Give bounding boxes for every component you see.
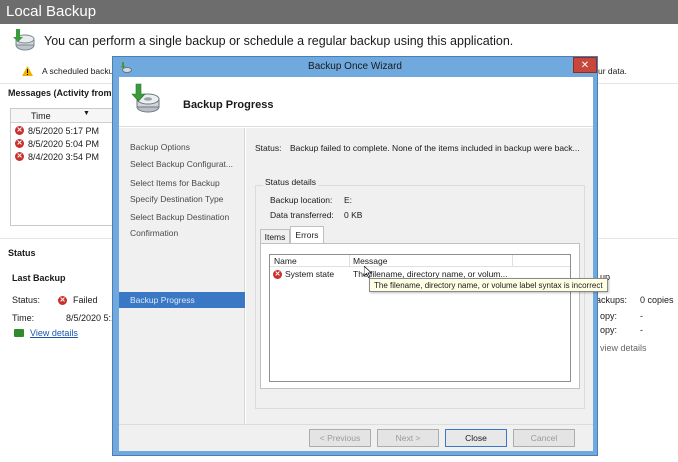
wizard-content: Status: Backup failed to complete. None … <box>246 128 593 424</box>
error-icon: ✕ <box>15 152 24 161</box>
copy-value: - <box>640 325 643 335</box>
app-title-bar: Local Backup <box>0 0 678 24</box>
errors-table-header: Name Message <box>270 255 570 267</box>
time-value: 8/5/2020 5:1 <box>66 313 117 323</box>
nav-step-select-backup-configuration[interactable]: Select Backup Configurat... <box>130 159 233 169</box>
app-header: You can perform a single backup or sched… <box>0 24 678 60</box>
error-message-tooltip: The filename, directory name, or volume … <box>369 278 608 292</box>
time-column-label: Time <box>31 111 51 121</box>
mouse-cursor-icon <box>364 266 372 278</box>
time-label: Time: <box>12 313 35 323</box>
messages-list[interactable]: Time ▼ ✕ 8/5/2020 5:17 PM ✕ 8/5/2020 5:0… <box>10 108 114 226</box>
app-title: Local Backup <box>6 3 97 20</box>
tab-items[interactable]: Items <box>260 229 290 243</box>
list-item[interactable]: ✕ 8/5/2020 5:17 PM <box>11 123 113 136</box>
sort-down-icon: ▼ <box>83 110 90 117</box>
error-item-name: System state <box>285 269 335 279</box>
message-time: 8/4/2020 3:54 PM <box>28 151 100 162</box>
error-icon: ✕ <box>273 269 282 279</box>
error-name-cell: ✕ System state <box>273 269 334 279</box>
messages-title: Messages (Activity from la <box>8 88 122 98</box>
backups-label: ackups: <box>596 295 628 305</box>
backup-location-value: E: <box>344 195 353 205</box>
wizard-header: Backup Progress <box>119 77 593 127</box>
view-details-label: View details <box>30 328 78 338</box>
copy-label: opy: <box>600 325 618 335</box>
tab-errors[interactable]: Errors <box>290 226 324 243</box>
errors-table[interactable]: Name Message ✕ System state The filename… <box>269 254 571 382</box>
backup-once-wizard-dialog: Backup Once Wizard ✕ Backup Progress Bac… <box>112 56 598 456</box>
status-section-title: Status <box>8 248 36 258</box>
copy-value: - <box>640 311 643 321</box>
error-icon: ✕ <box>15 126 24 135</box>
warning-icon <box>22 66 33 76</box>
backups-value: 0 copies <box>640 295 674 305</box>
nav-step-backup-destination[interactable]: Select Backup Destination <box>130 212 229 222</box>
column-header-message[interactable]: Message <box>353 256 388 266</box>
status-value: Failed <box>73 295 98 305</box>
nav-step-backup-progress[interactable]: Backup Progress <box>119 292 245 308</box>
dialog-title-bar[interactable]: Backup Once Wizard ✕ <box>113 57 597 77</box>
dialog-body: Backup Progress Backup Options Select Ba… <box>119 77 593 451</box>
header-description: You can perform a single backup or sched… <box>44 34 514 48</box>
column-header-name[interactable]: Name <box>274 256 297 266</box>
view-details-link[interactable]: View details <box>14 328 78 338</box>
details-icon <box>14 329 24 337</box>
data-transferred-value: 0 KB <box>344 210 363 220</box>
status-label: Status: <box>12 295 41 305</box>
wizard-steps-nav: Backup Options Select Backup Configurat.… <box>119 128 245 424</box>
nav-step-backup-options[interactable]: Backup Options <box>130 142 190 152</box>
column-divider[interactable] <box>512 255 513 267</box>
next-button[interactable]: Next > <box>377 429 439 447</box>
message-time: 8/5/2020 5:17 PM <box>28 125 100 136</box>
backup-app-icon <box>13 29 35 51</box>
status-message: Backup failed to complete. None of the i… <box>290 143 580 153</box>
close-button[interactable]: Close <box>445 429 507 447</box>
backup-drive-icon <box>131 83 160 113</box>
warning-text: A scheduled backu <box>42 66 114 76</box>
error-icon: ✕ <box>58 295 68 305</box>
errors-tab-panel: Name Message ✕ System state The filename… <box>260 243 580 389</box>
view-details-link-right[interactable]: view details <box>600 343 647 353</box>
list-item[interactable]: ✕ 8/5/2020 5:04 PM <box>11 136 113 149</box>
wizard-footer: < Previous Next > Close Cancel <box>119 424 593 451</box>
previous-button[interactable]: < Previous <box>309 429 371 447</box>
messages-column-header[interactable]: Time ▼ <box>11 109 113 123</box>
error-icon: ✕ <box>15 139 24 148</box>
list-item[interactable]: ✕ 8/4/2020 3:54 PM <box>11 149 113 162</box>
last-backup-title: Last Backup <box>12 273 66 283</box>
message-time: 8/5/2020 5:04 PM <box>28 138 100 149</box>
page-title: Backup Progress <box>183 99 274 111</box>
column-divider[interactable] <box>349 255 350 267</box>
status-details-title: Status details <box>263 177 319 187</box>
nav-step-confirmation[interactable]: Confirmation <box>130 228 178 238</box>
nav-step-destination-type[interactable]: Specify Destination Type <box>130 194 223 204</box>
backup-location-label: Backup location: <box>270 195 333 205</box>
data-transferred-label: Data transferred: <box>270 210 334 220</box>
nav-step-select-items[interactable]: Select Items for Backup <box>130 178 220 188</box>
warning-text-tail: ur data. <box>598 66 627 76</box>
close-icon[interactable]: ✕ <box>573 57 597 73</box>
cancel-button[interactable]: Cancel <box>513 429 575 447</box>
last-backup-status: Status: ✕ Failed <box>12 295 98 305</box>
status-label: Status: <box>255 143 282 153</box>
dialog-title: Backup Once Wizard <box>308 61 402 72</box>
copy-label: opy: <box>600 311 618 321</box>
